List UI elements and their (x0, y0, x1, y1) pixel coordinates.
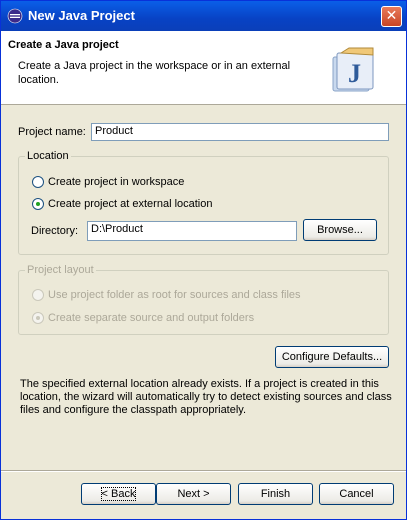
close-button[interactable]: ✕ (381, 6, 402, 27)
location-legend: Location (25, 150, 71, 162)
footer-separator (1, 470, 406, 472)
directory-input[interactable]: D:\Product (87, 221, 297, 241)
create-in-workspace-label[interactable]: Create project in workspace (48, 176, 184, 188)
status-message: The specified external location already … (20, 378, 392, 416)
wizard-banner: Create a Java project Create a Java proj… (1, 31, 406, 105)
close-icon: ✕ (385, 8, 398, 24)
wizard-page-title: Create a Java project (8, 39, 119, 51)
new-java-project-dialog: New Java Project ✕ Create a Java project… (0, 0, 407, 520)
cancel-button[interactable]: Cancel (319, 483, 394, 505)
radio-selected-dot (36, 316, 40, 320)
wizard-page-description: Create a Java project in the workspace o… (18, 60, 291, 86)
use-project-folder-root-label[interactable]: Use project folder as root for sources a… (48, 289, 301, 301)
radio-create-at-external[interactable] (32, 198, 44, 210)
separate-folders-label[interactable]: Create separate source and output folder… (48, 312, 254, 324)
project-layout-group: Project layout (18, 264, 389, 335)
next-button[interactable]: Next > (156, 483, 231, 505)
svg-text:J: J (348, 59, 361, 88)
browse-button[interactable]: Browse... (303, 219, 377, 241)
create-at-external-label[interactable]: Create project at external location (48, 198, 212, 210)
project-layout-legend: Project layout (25, 264, 96, 276)
radio-separate-folders[interactable] (32, 312, 44, 324)
project-name-label: Project name: (18, 126, 86, 138)
finish-button[interactable]: Finish (238, 483, 313, 505)
project-name-input[interactable]: Product (91, 123, 389, 141)
java-project-icon: J (332, 47, 374, 92)
radio-create-in-workspace[interactable] (32, 176, 44, 188)
eclipse-app-icon (7, 8, 23, 24)
radio-use-project-folder-root[interactable] (32, 289, 44, 301)
back-button-label: < Back (100, 487, 137, 501)
radio-selected-dot (36, 202, 40, 206)
window-title: New Java Project (28, 8, 135, 23)
configure-defaults-button[interactable]: Configure Defaults... (275, 346, 389, 368)
back-button[interactable]: < Back (81, 483, 156, 505)
title-bar[interactable]: New Java Project ✕ (1, 1, 406, 31)
directory-label: Directory: (31, 225, 79, 237)
